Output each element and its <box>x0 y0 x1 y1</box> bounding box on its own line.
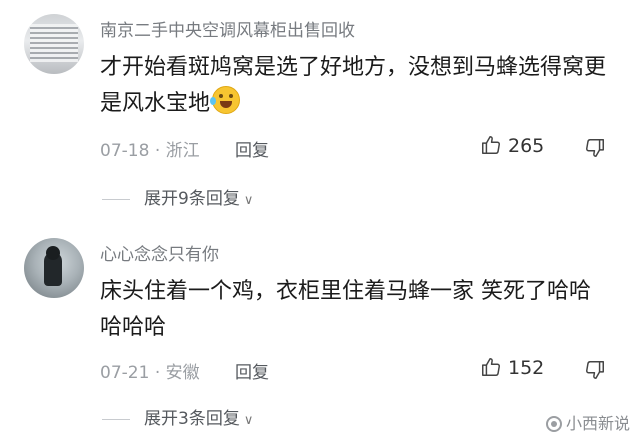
comment-location: 浙江 <box>165 141 200 161</box>
avatar[interactable] <box>24 238 84 298</box>
comment-username[interactable]: 心心念念只有你 <box>100 240 219 265</box>
like-button[interactable]: 265 <box>480 134 544 157</box>
expand-replies-label: 展开3条回复 <box>144 409 240 429</box>
comment-text: 才开始看斑鸠窝是选了好地方，没想到马蜂选得窝更是风水宝地 <box>100 50 610 122</box>
watermark-text: 小西新说 <box>565 414 630 433</box>
thumbs-down-icon <box>586 139 604 157</box>
comment-dot: · <box>154 363 166 383</box>
avatar[interactable] <box>24 14 84 74</box>
comment-date: 07-21 <box>100 363 150 383</box>
chevron-down-icon: ∨ <box>243 413 254 428</box>
watermark-logo-icon <box>545 416 562 432</box>
thumbs-up-icon <box>482 136 500 154</box>
comment-username[interactable]: 南京二手中央空调风幕柜出售回收 <box>100 16 355 41</box>
dislike-button[interactable] <box>584 359 606 385</box>
divider-line <box>102 418 130 420</box>
comment-meta: 07-18 · 浙江 回复 <box>100 136 269 161</box>
like-count: 265 <box>508 135 545 157</box>
expand-replies-button[interactable]: 展开9条回复 ∨ <box>102 184 253 209</box>
laughing-tears-emoji-icon <box>210 86 241 114</box>
divider-line <box>102 198 130 200</box>
dislike-button[interactable] <box>584 137 606 163</box>
comment-text: 床头住着一个鸡，衣柜里住着马蜂一家 笑死了哈哈哈哈哈 <box>100 279 591 340</box>
reply-button[interactable]: 回复 <box>235 363 269 383</box>
reply-button[interactable]: 回复 <box>235 141 269 161</box>
comment-location: 安徽 <box>165 363 200 383</box>
comment-meta: 07-21 · 安徽 回复 <box>100 358 269 383</box>
expand-replies-label: 展开9条回复 <box>144 189 240 209</box>
comment-text-body: 才开始看斑鸠窝是选了好地方，没想到马蜂选得窝更是风水宝地 <box>100 55 607 116</box>
watermark: 小西新说 <box>545 410 630 434</box>
chevron-down-icon: ∨ <box>243 193 254 208</box>
thumbs-down-icon <box>586 361 604 379</box>
comment-dot: · <box>154 141 166 161</box>
like-count: 152 <box>508 357 545 379</box>
comment-date: 07-18 <box>100 141 150 161</box>
expand-replies-button[interactable]: 展开3条回复 ∨ <box>102 404 253 429</box>
thumbs-up-icon <box>482 358 500 376</box>
like-button[interactable]: 152 <box>480 356 544 379</box>
